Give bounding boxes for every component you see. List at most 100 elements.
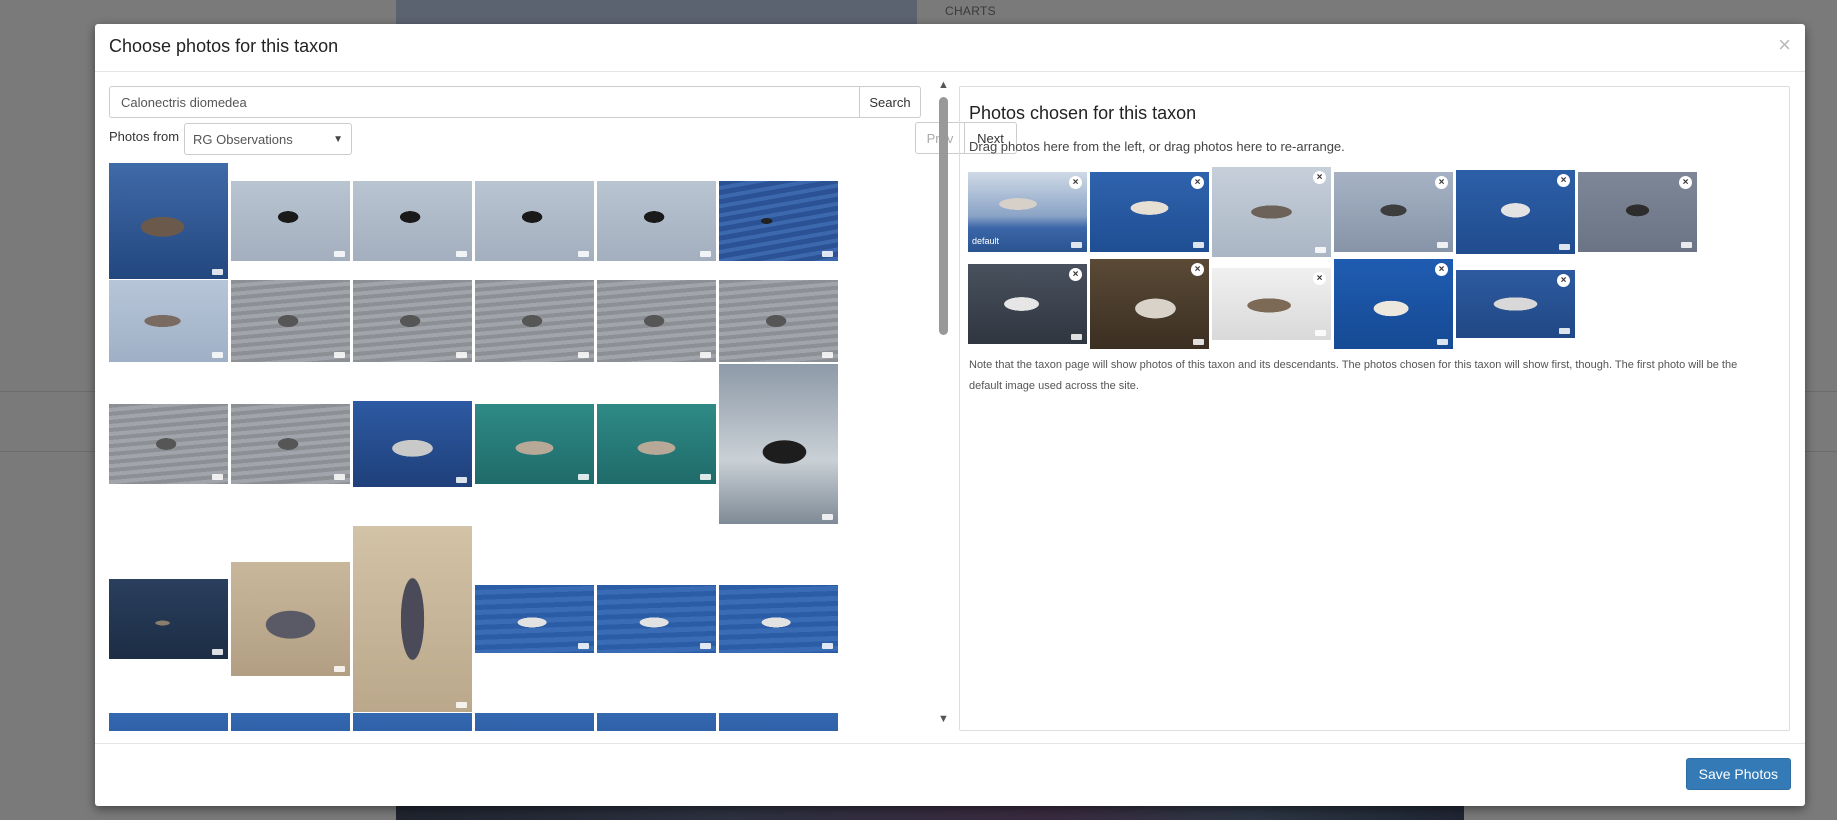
license-badge-icon [700,474,711,480]
result-photo[interactable] [353,280,472,362]
result-photo[interactable] [475,181,594,261]
results-scrollbar[interactable]: ▲ ▼ [936,73,950,731]
chosen-photo[interactable]: × [1212,268,1331,340]
result-photo[interactable] [353,401,472,487]
license-badge-icon [1071,334,1082,340]
remove-photo-icon[interactable]: × [1435,263,1448,276]
result-photo[interactable] [597,585,716,653]
license-badge-icon [822,352,833,358]
chosen-photos-pane[interactable]: Photos chosen for this taxon Drag photos… [959,86,1790,731]
chosen-photo[interactable]: × [1090,259,1209,349]
chosen-photo[interactable]: × [1090,172,1209,252]
remove-photo-icon[interactable]: × [1557,174,1570,187]
remove-photo-icon[interactable]: × [1069,176,1082,189]
result-photo[interactable] [597,181,716,261]
chosen-photo[interactable]: × default [968,172,1087,252]
photo-source-select[interactable]: RG Observations ▼ [184,123,352,155]
license-badge-icon [334,666,345,672]
license-badge-icon [822,251,833,257]
remove-photo-icon[interactable]: × [1069,268,1082,281]
license-badge-icon [456,477,467,483]
license-badge-icon [334,352,345,358]
license-badge-icon [1437,242,1448,248]
license-badge-icon [1559,244,1570,250]
license-badge-icon [1681,242,1692,248]
result-photo[interactable] [719,181,838,261]
remove-photo-icon[interactable]: × [1191,176,1204,189]
result-photo[interactable] [353,713,472,731]
background-taxon-photo [396,0,917,24]
result-photo[interactable] [353,526,472,712]
license-badge-icon [456,352,467,358]
chosen-photo[interactable]: × [1578,172,1697,252]
result-photo[interactable] [719,585,838,653]
result-photo[interactable] [231,181,350,261]
search-button[interactable]: Search [859,86,921,118]
result-photo[interactable] [597,280,716,362]
remove-photo-icon[interactable]: × [1435,176,1448,189]
license-badge-icon [578,643,589,649]
result-photo[interactable] [719,364,838,524]
license-badge-icon [578,352,589,358]
modal-footer: Save Photos [95,743,1805,806]
result-photo[interactable] [475,713,594,731]
modal-body: Search Photos from RG Observations ▼ Pre… [95,73,1805,743]
result-photo[interactable] [597,404,716,484]
scroll-down-arrow-icon[interactable]: ▼ [938,713,949,725]
remove-photo-icon[interactable]: × [1313,171,1326,184]
background-photo-strip [396,806,1464,820]
license-badge-icon [822,643,833,649]
result-photo[interactable] [231,713,350,731]
result-photo[interactable] [353,181,472,261]
license-badge-icon [700,352,711,358]
chosen-photo[interactable]: × [1212,167,1331,257]
result-photo[interactable] [109,163,228,279]
chosen-photo[interactable]: × [1456,270,1575,338]
license-badge-icon [1437,339,1448,345]
result-photo[interactable] [475,280,594,362]
result-photo[interactable] [231,562,350,676]
search-input[interactable] [109,86,859,118]
license-badge-icon [1559,328,1570,334]
result-photo[interactable] [231,404,350,484]
modal-header: Choose photos for this taxon × [95,24,1805,72]
modal-title: Choose photos for this taxon [109,36,339,56]
close-icon[interactable]: × [1778,32,1791,58]
license-badge-icon [578,251,589,257]
choose-photos-modal: Choose photos for this taxon × Search Ph… [95,24,1805,806]
license-badge-icon [700,643,711,649]
result-photo[interactable] [475,585,594,653]
result-photo[interactable] [109,280,228,362]
chosen-photo[interactable]: × [1334,172,1453,252]
result-photo[interactable] [719,713,838,731]
license-badge-icon [700,251,711,257]
scrollbar-thumb[interactable] [939,97,948,335]
result-photo[interactable] [475,404,594,484]
remove-photo-icon[interactable]: × [1313,272,1326,285]
license-badge-icon [212,269,223,275]
save-photos-button[interactable]: Save Photos [1685,758,1791,790]
chosen-photo[interactable]: × [1456,170,1575,254]
license-badge-icon [456,702,467,708]
remove-photo-icon[interactable]: × [1557,274,1570,287]
remove-photo-icon[interactable]: × [1191,263,1204,276]
license-badge-icon [1071,242,1082,248]
license-badge-icon [1193,242,1204,248]
license-badge-icon [456,251,467,257]
license-badge-icon [1315,247,1326,253]
result-photo[interactable] [109,579,228,659]
license-badge-icon [578,474,589,480]
scroll-up-arrow-icon[interactable]: ▲ [938,79,949,91]
result-photo[interactable] [719,280,838,362]
result-photo[interactable] [109,404,228,484]
remove-photo-icon[interactable]: × [1679,176,1692,189]
chosen-photo[interactable]: × [1334,259,1453,349]
result-photo[interactable] [231,280,350,362]
chosen-photos-dropzone[interactable]: × default × × × × × × × × × × [968,167,1783,352]
license-badge-icon [212,352,223,358]
license-badge-icon [822,514,833,520]
result-photo[interactable] [597,713,716,731]
chosen-photo[interactable]: × [968,264,1087,344]
license-badge-icon [212,649,223,655]
result-photo[interactable] [109,713,228,731]
